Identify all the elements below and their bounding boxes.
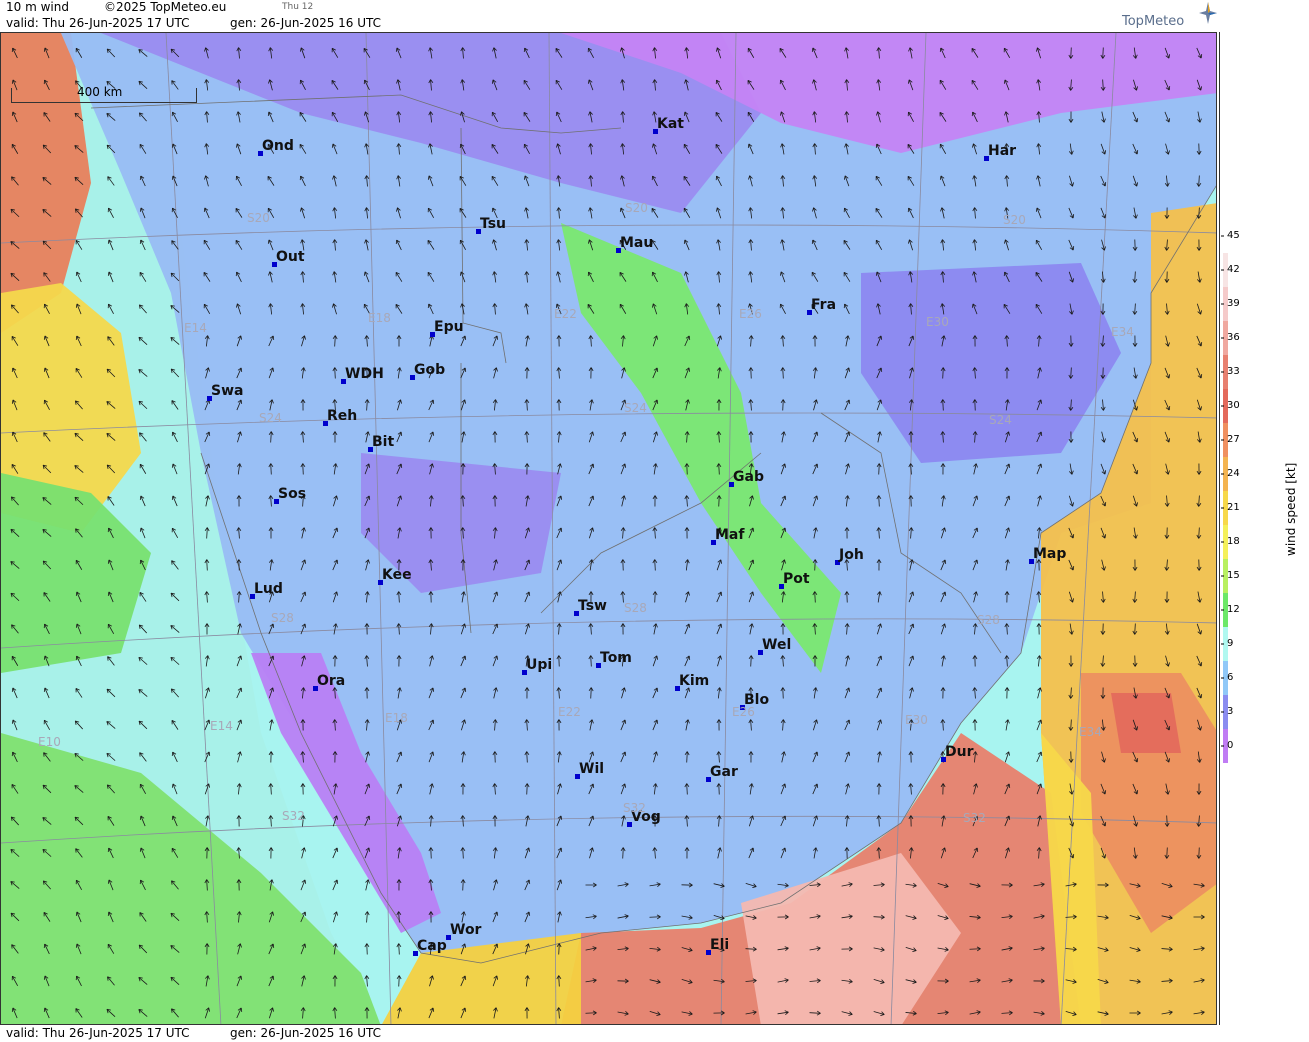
graticule-label: E26 <box>732 705 755 719</box>
city-label: Mau <box>620 235 654 251</box>
graticule-label: E18 <box>385 711 408 725</box>
compass-star-icon <box>1199 2 1217 24</box>
legend-tick-label: 27 <box>1227 434 1240 445</box>
wind-field-svg <box>1 33 1216 1024</box>
city-label: Ora <box>317 673 346 689</box>
graticule-label: S32 <box>963 811 986 825</box>
legend-tick-label: 39 <box>1227 298 1240 309</box>
graticule-label: E22 <box>554 307 577 321</box>
legend-tick-label: 42 <box>1227 264 1240 275</box>
city-label: Tsu <box>480 216 506 232</box>
graticule-label: E14 <box>210 719 233 733</box>
city-label: Gab <box>733 469 764 485</box>
city-label: Tsw <box>578 598 607 614</box>
footer-valid-time: valid: Thu 26-Jun-2025 17 UTC <box>6 1026 190 1040</box>
graticule-label: S32 <box>623 801 646 815</box>
legend-tick-label: 6 <box>1227 672 1234 683</box>
city-label: Wel <box>762 637 792 653</box>
product-title: 10 m wind <box>6 0 69 14</box>
city-label: Reh <box>327 408 358 424</box>
graticule-label: E30 <box>926 315 949 329</box>
city-label: Kim <box>679 673 710 689</box>
city-label: Joh <box>839 547 864 563</box>
graticule-label: E26 <box>739 307 762 321</box>
legend-tick-label: 18 <box>1227 536 1240 547</box>
legend-tick-label: 24 <box>1227 468 1240 479</box>
city-label: Gar <box>710 764 738 780</box>
header-line-1: 10 m wind ©2025 TopMeteo.eu Thu 12 <box>0 0 1218 15</box>
city-label: Cap <box>417 938 447 954</box>
copyright-text: ©2025 TopMeteo.eu <box>104 0 227 14</box>
valid-time: valid: Thu 26-Jun-2025 17 UTC <box>6 16 190 30</box>
graticule-label: E30 <box>905 713 928 727</box>
legend-tick-label: 30 <box>1227 400 1240 411</box>
forecast-step: Thu 12 <box>282 2 314 12</box>
city-label: Wor <box>450 922 482 938</box>
city-label: Wil <box>579 761 605 777</box>
graticule-label: S24 <box>259 411 282 425</box>
city-label: Bit <box>372 434 395 450</box>
legend-tick-label: 33 <box>1227 366 1240 377</box>
city-label: Map <box>1033 546 1067 562</box>
legend-tick-label: 15 <box>1227 570 1240 581</box>
graticule-label: E18 <box>368 311 391 325</box>
graticule-label: S20 <box>1003 213 1026 227</box>
city-label: Kee <box>382 567 412 583</box>
graticule-label: S20 <box>247 211 270 225</box>
graticule-label: E34 <box>1111 325 1134 339</box>
city-label: Out <box>276 249 305 265</box>
footer-generated-time: gen: 26-Jun-2025 16 UTC <box>230 1026 382 1040</box>
wind-region-14 <box>1111 693 1181 753</box>
scale-label: 400 km <box>77 85 123 99</box>
graticule-label: E22 <box>558 705 581 719</box>
city-label: Epu <box>434 319 464 335</box>
graticule-label: E10 <box>38 735 61 749</box>
city-label: Gob <box>414 362 446 378</box>
city-label: Swa <box>211 383 244 399</box>
city-label: Sos <box>278 486 307 502</box>
header-line-2: valid: Thu 26-Jun-2025 17 UTC gen: 26-Ju… <box>0 16 1218 31</box>
graticule-label: E34 <box>1079 725 1102 739</box>
graticule-label: S24 <box>624 401 647 415</box>
city-label: Dur <box>945 744 974 760</box>
legend-tick-label: 45 <box>1227 230 1240 241</box>
legend-tick-label: 0 <box>1227 740 1234 751</box>
city-label: Eli <box>710 937 730 953</box>
city-label: Kat <box>657 116 684 132</box>
graticule-label: S28 <box>624 601 647 615</box>
graticule-label: S28 <box>271 611 294 625</box>
footer: valid: Thu 26-Jun-2025 17 UTC gen: 26-Ju… <box>0 1026 1218 1042</box>
city-label: Lud <box>254 581 283 597</box>
topmeteo-logo: TopMeteo <box>1122 14 1185 29</box>
legend-tick-label: 12 <box>1227 604 1240 615</box>
city-label: Upi <box>526 657 553 673</box>
city-label: Ond <box>262 138 294 154</box>
graticule-label: S28 <box>977 613 1000 627</box>
graticule-label: S20 <box>625 201 648 215</box>
city-label: Tom <box>600 650 632 666</box>
city-label: Fra <box>811 297 837 313</box>
legend-tick-label: 3 <box>1227 706 1234 717</box>
city-label: Har <box>988 143 1017 159</box>
legend-tick-label: 9 <box>1227 638 1234 649</box>
graticule-label: E14 <box>184 321 207 335</box>
city-label: Maf <box>715 527 745 543</box>
legend-tick-label: 36 <box>1227 332 1240 343</box>
legend-title: wind speed [kt] <box>1284 462 1298 556</box>
generated-time: gen: 26-Jun-2025 16 UTC <box>230 16 382 30</box>
city-label: WDH <box>345 366 384 382</box>
graticule-label: S24 <box>989 413 1012 427</box>
city-label: Pot <box>783 571 810 587</box>
wind-map[interactable]: 400 km Ond Kat Har Tsu Out Mau Fra Epu WDH Gob Swa… <box>0 32 1217 1025</box>
legend-tick-label: 21 <box>1227 502 1240 513</box>
graticule-label: S32 <box>282 809 305 823</box>
